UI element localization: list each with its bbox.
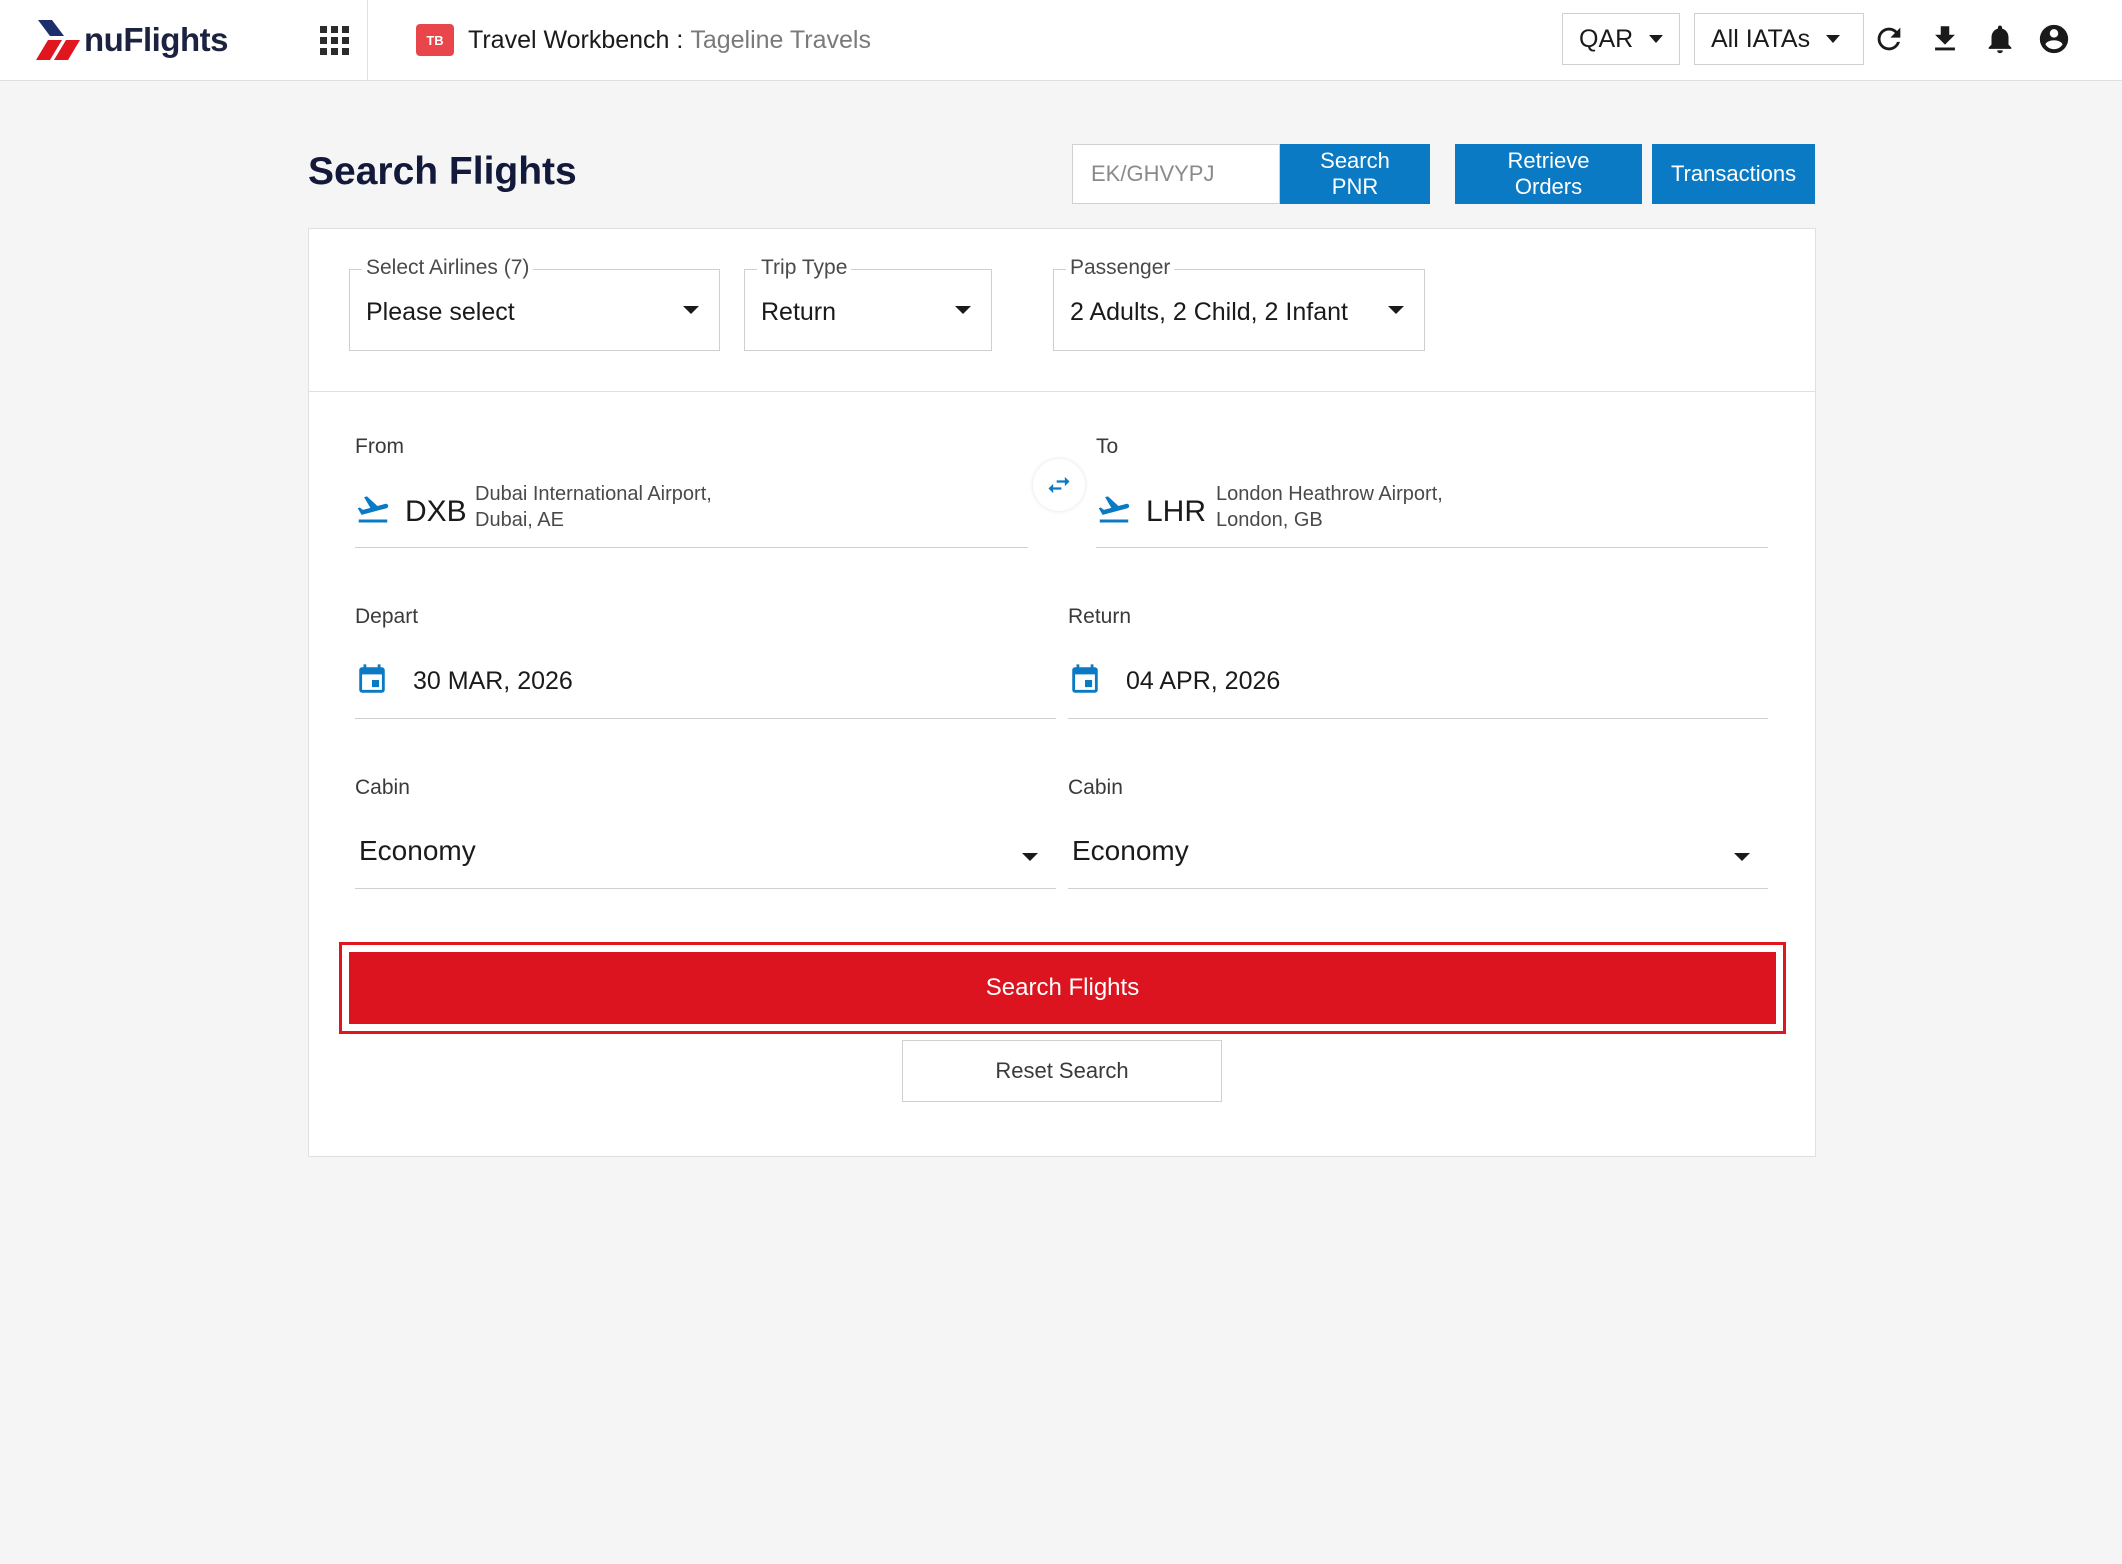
ticket-icon: TB [416, 24, 454, 56]
agency-name: Tageline Travels [690, 26, 871, 54]
currency-select[interactable]: QAR [1562, 13, 1680, 65]
inbound-cabin-label: Cabin [1068, 776, 1123, 799]
transactions-button[interactable]: Transactions [1652, 144, 1815, 204]
download-icon[interactable] [1928, 22, 1962, 56]
iata-select[interactable]: All IATAs [1694, 13, 1864, 65]
passenger-value: 2 Adults, 2 Child, 2 Infant [1070, 298, 1348, 326]
from-label: From [355, 435, 404, 458]
nuflights-logo-icon [36, 20, 80, 60]
workbench-title: Travel Workbench : Tageline Travels [468, 26, 871, 55]
logo-text: nuFlights [84, 21, 228, 58]
chevron-down-icon [683, 306, 699, 314]
inbound-cabin-select[interactable]: Economy [1068, 809, 1768, 889]
bell-icon[interactable] [1983, 22, 2017, 56]
top-bar: nuFlights TB Travel Workbench : Tageline… [0, 0, 2122, 81]
chevron-down-icon [1826, 35, 1841, 43]
to-airport-code: LHR [1146, 495, 1207, 528]
return-date-value: 04 APR, 2026 [1126, 667, 1281, 695]
outbound-cabin-select[interactable]: Economy [355, 809, 1056, 889]
trip-type-select[interactable]: Trip Type Return [744, 256, 992, 351]
to-airport-name: London Heathrow Airport, [1216, 483, 1443, 505]
return-date-field[interactable]: 04 APR, 2026 [1068, 639, 1768, 719]
airlines-label: Select Airlines (7) [362, 256, 534, 280]
chevron-down-icon [1388, 306, 1404, 314]
inbound-cabin-value: Economy [1072, 835, 1189, 866]
flight-takeoff-icon [357, 496, 389, 523]
swap-arrows-icon [1048, 476, 1070, 494]
depart-label: Depart [355, 605, 419, 628]
to-label: To [1096, 435, 1119, 458]
calendar-icon [1072, 664, 1098, 693]
workbench-name: Travel Workbench [468, 26, 670, 54]
passenger-select[interactable]: Passenger 2 Adults, 2 Child, 2 Infant [1053, 256, 1425, 351]
from-airport-code: DXB [405, 495, 467, 528]
calendar-icon [359, 664, 385, 693]
account-icon[interactable] [2037, 22, 2071, 56]
outbound-cabin-value: Economy [359, 835, 476, 866]
retrieve-orders-button[interactable]: Retrieve Orders [1455, 144, 1642, 204]
refresh-icon[interactable] [1872, 22, 1906, 56]
search-card: Select Airlines (7) Please select Trip T… [308, 228, 1816, 1157]
to-airport-field[interactable]: LHR London Heathrow Airport, London, GB [1096, 469, 1768, 548]
return-label: Return [1068, 605, 1132, 628]
chevron-down-icon [1649, 35, 1664, 43]
outbound-cabin-label: Cabin [355, 776, 410, 799]
trip-type-value: Return [761, 298, 837, 326]
apps-grid-icon[interactable] [316, 22, 349, 55]
page-title: Search Flights [308, 150, 577, 193]
from-airport-name: Dubai International Airport, [475, 483, 712, 505]
reset-search-button[interactable]: Reset Search [902, 1040, 1222, 1102]
header-divider [367, 0, 368, 80]
chevron-down-icon [955, 306, 971, 314]
search-flights-button[interactable]: Search Flights [349, 952, 1776, 1024]
nuflights-logo[interactable]: nuFlights [36, 16, 228, 64]
flight-takeoff-icon [1098, 496, 1130, 523]
passenger-label: Passenger [1066, 256, 1175, 280]
to-airport-city: London, GB [1216, 509, 1323, 531]
airlines-value: Please select [366, 298, 515, 326]
trip-type-label: Trip Type [757, 256, 852, 280]
airlines-select[interactable]: Select Airlines (7) Please select [349, 256, 720, 351]
swap-airports-button[interactable] [1033, 459, 1085, 511]
chevron-down-icon [1734, 853, 1750, 861]
depart-date-field[interactable]: 30 MAR, 2026 [355, 639, 1056, 719]
search-filters: Select Airlines (7) Please select Trip T… [309, 229, 1815, 392]
search-pnr-button[interactable]: Search PNR [1280, 144, 1430, 204]
from-airport-city: Dubai, AE [475, 509, 564, 531]
pnr-search-input[interactable] [1072, 144, 1280, 204]
depart-date-value: 30 MAR, 2026 [413, 667, 573, 695]
currency-value: QAR [1579, 24, 1634, 53]
chevron-down-icon [1022, 853, 1038, 861]
iata-value: All IATAs [1711, 24, 1811, 53]
from-airport-field[interactable]: DXB Dubai International Airport, Dubai, … [355, 469, 1028, 548]
title-separator: : [669, 26, 691, 54]
